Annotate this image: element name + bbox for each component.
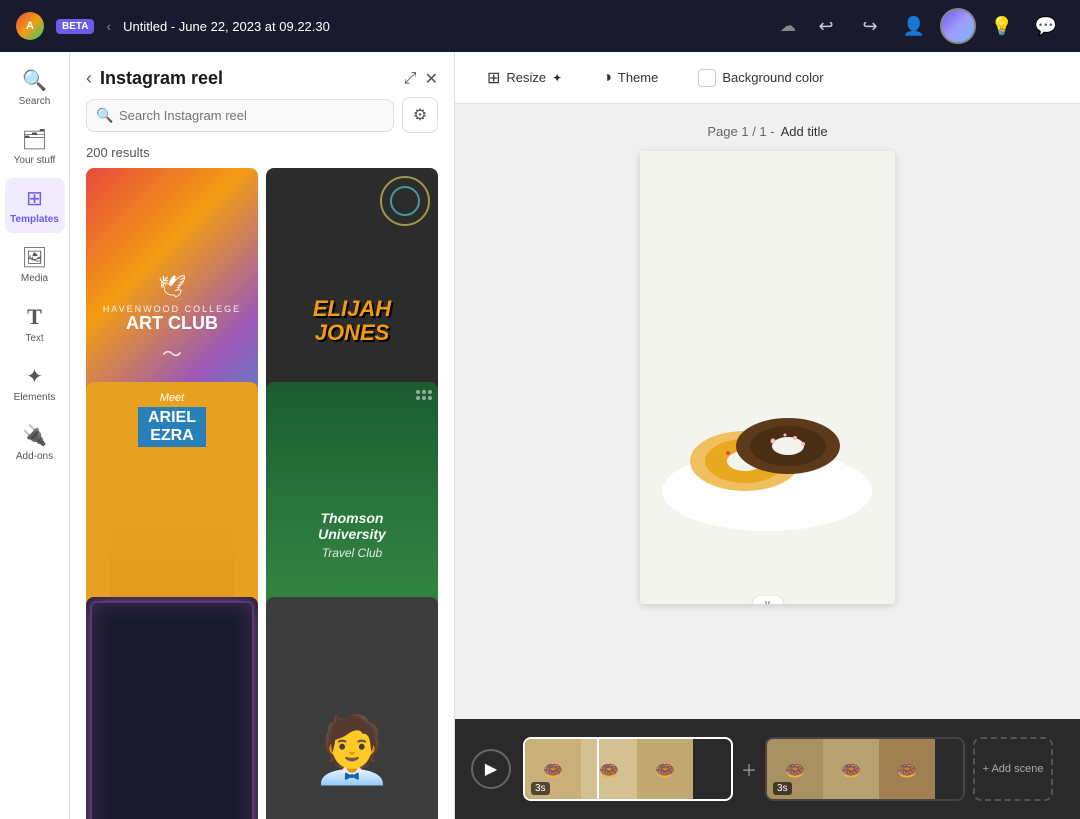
templates-icon: ⊞ bbox=[26, 186, 43, 211]
media-icon: 🖼 bbox=[22, 245, 47, 270]
page-label: Page 1 / 1 - Add title bbox=[707, 124, 827, 139]
beta-badge: BETA bbox=[56, 19, 94, 34]
search-input-wrap: 🔍 bbox=[86, 99, 394, 132]
document-title[interactable]: Untitled - June 22, 2023 at 09.22.30 bbox=[123, 19, 768, 34]
elements-icon: ✦ bbox=[26, 364, 43, 389]
scene-thumb: 🍩 bbox=[879, 739, 935, 801]
sidebar-item-text-label: Text bbox=[25, 333, 43, 344]
scene-1-thumbnails: 🍩 🍩 🍩 bbox=[525, 739, 731, 799]
search-input-icon: 🔍 bbox=[96, 107, 113, 124]
canvas-page[interactable]: ∨ bbox=[640, 151, 895, 604]
page-number: Page 1 / 1 - bbox=[707, 124, 774, 139]
templates-grid: 🕊 HAVENWOOD COLLEGE ART CLUB 〜 ▶ ELIJAHJ… bbox=[70, 168, 454, 819]
scene-playhead bbox=[597, 739, 599, 799]
logo-text: A bbox=[26, 20, 34, 32]
canvas-area: ⊞ Resize ✦ ◑ Theme Background color Page… bbox=[455, 52, 1080, 819]
panel-expand-button[interactable]: ⤢ bbox=[404, 70, 417, 88]
redo-button[interactable]: ↪ bbox=[852, 8, 888, 44]
theme-label: Theme bbox=[618, 70, 658, 85]
theme-button[interactable]: ◑ Theme bbox=[590, 63, 670, 93]
profile-button[interactable]: 👤 bbox=[896, 8, 932, 44]
timeline-scene-2[interactable]: 🍩 🍩 🍩 3s bbox=[765, 737, 965, 801]
sidebar-item-your-stuff-label: Your stuff bbox=[14, 155, 56, 166]
panel-title: Instagram reel bbox=[100, 68, 396, 89]
sidebar-item-addons[interactable]: 🔌 Add-ons bbox=[5, 415, 65, 470]
resize-icon: ⊞ bbox=[487, 68, 500, 88]
add-between-scenes[interactable]: ＋ bbox=[741, 757, 757, 781]
canvas-scroll[interactable]: Page 1 / 1 - Add title bbox=[455, 104, 1080, 719]
chat-button[interactable]: 💬 bbox=[1028, 8, 1064, 44]
add-scene-button[interactable]: + Add scene bbox=[973, 737, 1053, 801]
toolbar: ⊞ Resize ✦ ◑ Theme Background color bbox=[455, 52, 1080, 104]
timeline: ▶ 🍩 🍩 🍩 3s ＋ 🍩 bbox=[455, 719, 1080, 819]
addons-icon: 🔌 bbox=[22, 423, 47, 448]
results-count: 200 results bbox=[70, 145, 454, 168]
theme-icon: ◑ bbox=[602, 69, 612, 87]
search-input[interactable] bbox=[86, 99, 394, 132]
scene-1-duration: 3s bbox=[531, 782, 550, 795]
template-card[interactable]: 🧑‍💼 bbox=[266, 597, 438, 819]
timeline-tracks: 🍩 🍩 🍩 3s ＋ 🍩 🍩 🍩 3s bbox=[523, 737, 1064, 801]
panel-back-button[interactable]: ‹ bbox=[86, 68, 92, 89]
expand-arrow[interactable]: ∨ bbox=[753, 596, 783, 604]
sidebar-item-search-label: Search bbox=[19, 96, 51, 107]
avatar[interactable] bbox=[940, 8, 976, 44]
play-icon: ▶ bbox=[485, 759, 497, 779]
timeline-scene-1[interactable]: 🍩 🍩 🍩 3s bbox=[523, 737, 733, 801]
filter-button[interactable]: ⚙ bbox=[402, 97, 438, 133]
template-card[interactable]: Ridgewood College Theater Club SHOWSTOPP… bbox=[86, 597, 258, 819]
background-color-button[interactable]: Background color bbox=[686, 63, 835, 93]
sidebar-item-addons-label: Add-ons bbox=[16, 451, 53, 462]
scene-thumb: 🍩 bbox=[581, 739, 637, 801]
resize-button[interactable]: ⊞ Resize ✦ bbox=[475, 62, 574, 94]
search-icon: 🔍 bbox=[22, 68, 47, 93]
sidebar-item-media[interactable]: 🖼 Media bbox=[5, 237, 65, 292]
add-title-link[interactable]: Add title bbox=[781, 124, 828, 139]
lightbulb-button[interactable]: 💡 bbox=[984, 8, 1020, 44]
panel-header: ‹ Instagram reel ⤢ ✕ bbox=[70, 52, 454, 97]
color-preview bbox=[698, 69, 716, 87]
scene-2-duration: 3s bbox=[773, 782, 792, 795]
donut-image bbox=[640, 151, 895, 604]
resize-label: Resize bbox=[506, 70, 546, 85]
panel-close-button[interactable]: ✕ bbox=[425, 69, 438, 89]
sidebar-item-templates-label: Templates bbox=[10, 214, 59, 225]
scene-thumb: 🍩 bbox=[823, 739, 879, 801]
topbar-actions: ↩ ↪ 👤 💡 💬 bbox=[808, 8, 1064, 44]
scene-thumb: 🍩 bbox=[637, 739, 693, 801]
templates-panel: ‹ Instagram reel ⤢ ✕ 🔍 ⚙ 200 results 🕊 H… bbox=[70, 52, 455, 819]
icon-nav: 🔍 Search 🗂 Your stuff ⊞ Templates 🖼 Medi… bbox=[0, 52, 70, 819]
main-area: 🔍 Search 🗂 Your stuff ⊞ Templates 🖼 Medi… bbox=[0, 52, 1080, 819]
sidebar-item-elements[interactable]: ✦ Elements bbox=[5, 356, 65, 411]
your-stuff-icon: 🗂 bbox=[22, 127, 47, 152]
scene-2-thumbnails: 🍩 🍩 🍩 bbox=[767, 739, 963, 799]
back-chevron[interactable]: ‹ bbox=[106, 18, 111, 34]
logo[interactable]: A bbox=[16, 12, 44, 40]
sidebar-item-text[interactable]: T Text bbox=[5, 296, 65, 352]
sidebar-item-search[interactable]: 🔍 Search bbox=[5, 60, 65, 115]
sidebar-item-your-stuff[interactable]: 🗂 Your stuff bbox=[5, 119, 65, 174]
sidebar-item-media-label: Media bbox=[21, 273, 48, 284]
search-bar: 🔍 ⚙ bbox=[70, 97, 454, 145]
resize-badge-icon: ✦ bbox=[552, 71, 562, 85]
sidebar-item-templates[interactable]: ⊞ Templates bbox=[5, 178, 65, 233]
topbar: A BETA ‹ Untitled - June 22, 2023 at 09.… bbox=[0, 0, 1080, 52]
background-color-label: Background color bbox=[722, 70, 823, 85]
text-icon: T bbox=[27, 304, 42, 330]
undo-button[interactable]: ↩ bbox=[808, 8, 844, 44]
cloud-icon: ☁ bbox=[780, 16, 796, 36]
play-button[interactable]: ▶ bbox=[471, 749, 511, 789]
sidebar-item-elements-label: Elements bbox=[14, 392, 56, 403]
canvas-inner: Page 1 / 1 - Add title bbox=[468, 124, 1068, 699]
